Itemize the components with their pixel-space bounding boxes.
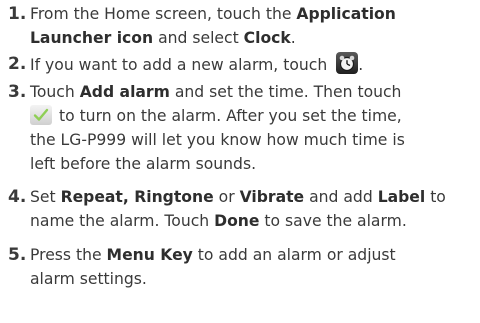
text-run: Set — [30, 188, 61, 206]
step-text: Touch Add alarm and set the time. Then t… — [30, 80, 405, 176]
text-run: and add — [304, 188, 378, 206]
text-run: to add an alarm or adjust — [192, 246, 396, 264]
bold-term: Repeat, Ringtone — [60, 188, 214, 206]
bold-term: Application — [296, 5, 396, 23]
text-run: and set the time. Then touch — [169, 83, 402, 101]
bold-term: Launcher icon — [30, 29, 154, 47]
line: Launcher icon and select Clock. — [30, 26, 396, 50]
text-run: and select — [153, 29, 244, 47]
line: name the alarm. Touch Done to save the a… — [30, 209, 446, 233]
checkmark-icon — [30, 105, 52, 125]
step-text: Press the Menu Key to add an alarm or ad… — [30, 243, 396, 291]
text-run: Touch — [30, 83, 80, 101]
text-run: name the alarm. Touch — [30, 212, 215, 230]
step-text: If you want to add a new alarm, touch . — [30, 52, 363, 76]
text-run: Press the — [30, 246, 107, 264]
text-run: to — [425, 188, 446, 206]
step-text: Set Repeat, Ringtone or Vibrate and add … — [30, 185, 446, 233]
line: alarm settings. — [30, 267, 396, 291]
bold-term: Menu Key — [106, 246, 193, 264]
line: Set Repeat, Ringtone or Vibrate and add … — [30, 185, 446, 209]
instruction-list: 1. From the Home screen, touch the Appli… — [0, 0, 480, 323]
line: Touch Add alarm and set the time. Then t… — [30, 80, 405, 104]
text-run: left before the alarm sounds. — [30, 155, 257, 173]
step-number: 1. — [8, 4, 27, 24]
step-number: 4. — [8, 187, 27, 207]
text-run: or — [213, 188, 240, 206]
text-run: the LG-P999 will let you know how much t… — [30, 131, 405, 149]
text-run: alarm settings. — [30, 270, 147, 288]
bold-term: Vibrate — [239, 188, 305, 206]
step-number: 5. — [8, 245, 27, 265]
line: Press the Menu Key to add an alarm or ad… — [30, 243, 396, 267]
line: left before the alarm sounds. — [30, 152, 405, 176]
bold-term: Add alarm — [79, 83, 170, 101]
text-run: to turn on the alarm. After you set the … — [54, 107, 402, 125]
text-run: . — [358, 56, 364, 74]
step-text: From the Home screen, touch the Applicat… — [30, 2, 396, 50]
bold-term: Clock — [243, 29, 291, 47]
line: the LG-P999 will let you know how much t… — [30, 128, 405, 152]
step-number: 2. — [8, 54, 27, 74]
text-run: . — [290, 29, 296, 47]
text-run: From the Home screen, touch the — [30, 5, 297, 23]
text-run: If you want to add a new alarm, touch — [30, 56, 333, 74]
line: If you want to add a new alarm, touch . — [30, 52, 363, 76]
bold-term: Done — [214, 212, 260, 230]
text-run: to save the alarm. — [259, 212, 407, 230]
line: to turn on the alarm. After you set the … — [30, 104, 405, 128]
bold-term: Label — [377, 188, 426, 206]
alarm-clock-icon — [336, 52, 359, 74]
line: From the Home screen, touch the Applicat… — [30, 2, 396, 26]
step-number: 3. — [8, 82, 27, 102]
